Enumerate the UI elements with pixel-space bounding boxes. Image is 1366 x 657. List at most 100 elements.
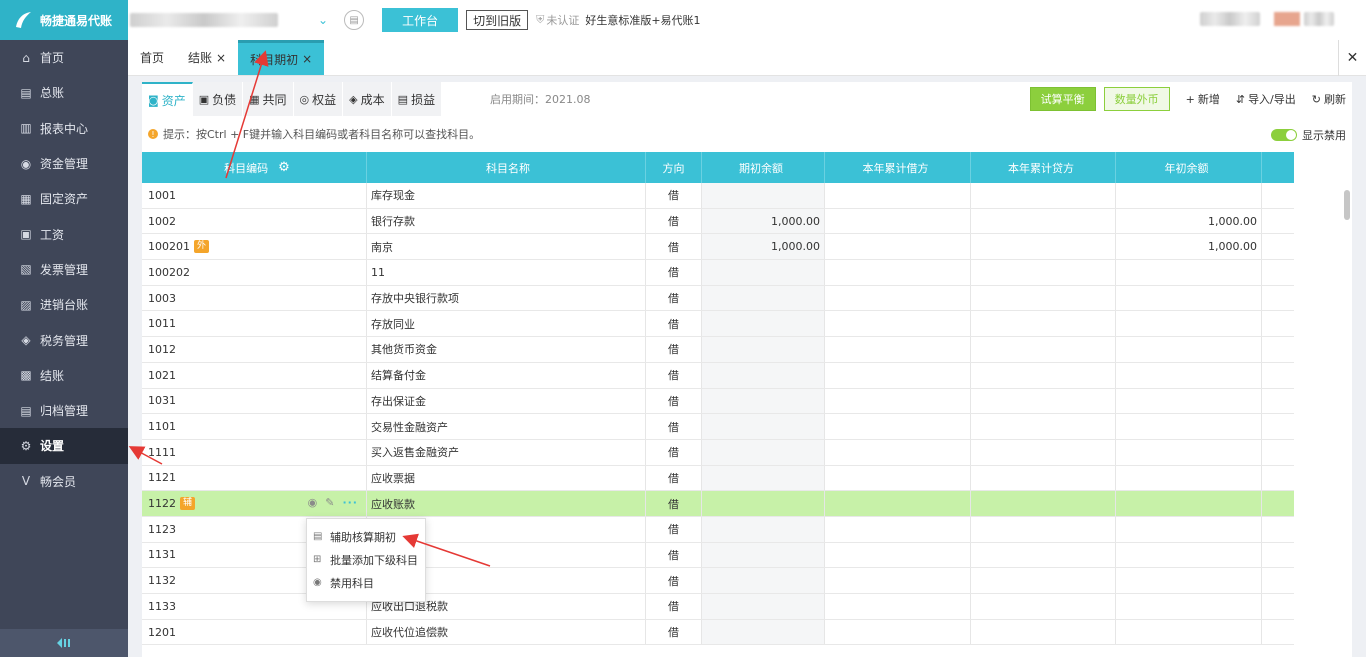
cell-opening[interactable] [702, 183, 825, 208]
cell-dir[interactable]: 借 [646, 208, 702, 234]
cell-dir[interactable]: 借 [646, 388, 702, 414]
table-row[interactable]: 1101 交易性金融资产 借 [142, 414, 1294, 440]
sidebar-item[interactable]: ▧ 发票管理 [0, 252, 128, 287]
cell-opening[interactable] [702, 311, 825, 337]
cell-credit[interactable] [971, 465, 1116, 491]
company-selector-blurred[interactable] [130, 13, 278, 27]
cell-year_start[interactable] [1116, 414, 1262, 439]
cell-opening[interactable] [702, 542, 825, 568]
cell-debit[interactable] [825, 516, 971, 542]
unverified-label[interactable]: 未认证 [546, 12, 579, 28]
cell-opening[interactable] [702, 285, 825, 311]
tab-close-books[interactable]: 结账 × [176, 40, 238, 75]
cell-opening[interactable] [702, 465, 825, 491]
cell-debit[interactable] [825, 439, 971, 465]
cell-credit[interactable] [971, 568, 1116, 593]
cell-year_start[interactable] [1116, 439, 1262, 465]
cell-dir[interactable]: 借 [646, 516, 702, 542]
cell-opening[interactable] [702, 260, 825, 285]
cell-debit[interactable] [825, 285, 971, 311]
chevron-down-icon[interactable]: ⌄ [318, 13, 328, 27]
cell-opening[interactable] [702, 619, 825, 645]
table-row[interactable]: 1002 银行存款 借 1,000.00 1,000.00 [142, 208, 1294, 235]
cell-dir[interactable]: 借 [646, 542, 702, 568]
cell-dir[interactable]: 借 [646, 285, 702, 311]
sidebar-item[interactable]: ▦ 固定资产 [0, 181, 128, 216]
tab-home[interactable]: 首页 [128, 40, 176, 75]
cell-year_start[interactable] [1116, 542, 1262, 568]
cell-year_start[interactable] [1116, 516, 1262, 542]
cell-opening[interactable] [702, 414, 825, 439]
tab-opening-balance[interactable]: 科目期初 × [238, 40, 325, 75]
context-menu-item[interactable]: ⊞ 批量添加下级科目 [307, 548, 425, 571]
close-icon[interactable]: × [302, 52, 312, 66]
cell-credit[interactable] [971, 491, 1116, 516]
table-row[interactable]: 1122 辅 ◉ ✎ ··· 应收账款 借 [142, 491, 1294, 517]
cell-debit[interactable] [825, 465, 971, 491]
toggle-switch[interactable] [1271, 129, 1297, 141]
table-row[interactable]: 100202 11 借 [142, 260, 1294, 286]
cell-dir[interactable]: 借 [646, 568, 702, 593]
cell-debit[interactable] [825, 619, 971, 645]
cell-credit[interactable] [971, 594, 1116, 619]
cell-credit[interactable] [971, 208, 1116, 234]
cell-credit[interactable] [971, 619, 1116, 645]
cell-year_start[interactable] [1116, 285, 1262, 311]
cell-opening[interactable] [702, 388, 825, 414]
cell-year_start[interactable] [1116, 465, 1262, 491]
import-export-button[interactable]: ⇵ 导入/导出 [1236, 91, 1296, 107]
cell-year_start[interactable] [1116, 337, 1262, 362]
cell-debit[interactable] [825, 542, 971, 568]
cell-dir[interactable]: 借 [646, 439, 702, 465]
cell-opening[interactable] [702, 594, 825, 619]
cell-opening[interactable] [702, 516, 825, 542]
cell-year_start[interactable] [1116, 260, 1262, 285]
sidebar-item[interactable]: ▩ 结账 [0, 358, 128, 393]
close-icon[interactable]: × [216, 51, 226, 65]
cell-dir[interactable]: 借 [646, 234, 702, 260]
cell-debit[interactable] [825, 183, 971, 208]
close-all-tabs-button[interactable]: ✕ [1338, 40, 1366, 76]
cell-debit[interactable] [825, 491, 971, 516]
cell-opening[interactable] [702, 568, 825, 593]
table-row[interactable]: 1121 应收票据 借 [142, 465, 1294, 492]
sidebar-item[interactable]: V 畅会员 [0, 464, 128, 499]
scrollbar[interactable] [1344, 190, 1350, 220]
cell-year_start[interactable]: 1,000.00 [1116, 208, 1262, 234]
cell-debit[interactable] [825, 388, 971, 414]
table-row[interactable]: 1111 买入返售金融资产 借 [142, 439, 1294, 466]
sidebar-item[interactable]: ▤ 总账 [0, 75, 128, 110]
cell-dir[interactable]: 借 [646, 594, 702, 619]
cell-year_start[interactable] [1116, 568, 1262, 593]
cell-credit[interactable] [971, 388, 1116, 414]
cell-credit[interactable] [971, 260, 1116, 285]
workbench-button[interactable]: 工作台 [382, 8, 459, 32]
avatar[interactable] [1274, 12, 1300, 26]
category-tab[interactable]: ◎ 权益 [293, 82, 344, 116]
sidebar-item[interactable]: ⚙ 设置 [0, 428, 128, 464]
qty-foreign-button[interactable]: 数量外币 [1103, 87, 1170, 111]
category-tab[interactable]: ▤ 损益 [391, 82, 443, 116]
cell-year_start[interactable] [1116, 362, 1262, 388]
cell-debit[interactable] [825, 568, 971, 593]
sidebar-item[interactable]: ▨ 进销台账 [0, 287, 128, 322]
cell-debit[interactable] [825, 362, 971, 388]
user-menu-blurred[interactable] [1304, 12, 1334, 26]
cell-year_start[interactable] [1116, 388, 1262, 414]
cell-debit[interactable] [825, 337, 971, 362]
category-tab[interactable]: ▣ 负债 [192, 82, 244, 116]
cell-dir[interactable]: 借 [646, 311, 702, 337]
cell-dir[interactable]: 借 [646, 465, 702, 491]
cell-year_start[interactable] [1116, 491, 1262, 516]
cell-debit[interactable] [825, 311, 971, 337]
sidebar-item[interactable]: ◉ 资金管理 [0, 146, 128, 181]
cell-credit[interactable] [971, 234, 1116, 260]
cell-credit[interactable] [971, 183, 1116, 208]
cell-credit[interactable] [971, 542, 1116, 568]
cell-credit[interactable] [971, 439, 1116, 465]
cell-year_start[interactable] [1116, 594, 1262, 619]
calendar-icon[interactable]: ▤ [344, 10, 365, 30]
cell-year_start[interactable] [1116, 183, 1262, 208]
cell-opening[interactable] [702, 337, 825, 362]
category-tab[interactable]: ◙ 资产 [142, 82, 193, 116]
